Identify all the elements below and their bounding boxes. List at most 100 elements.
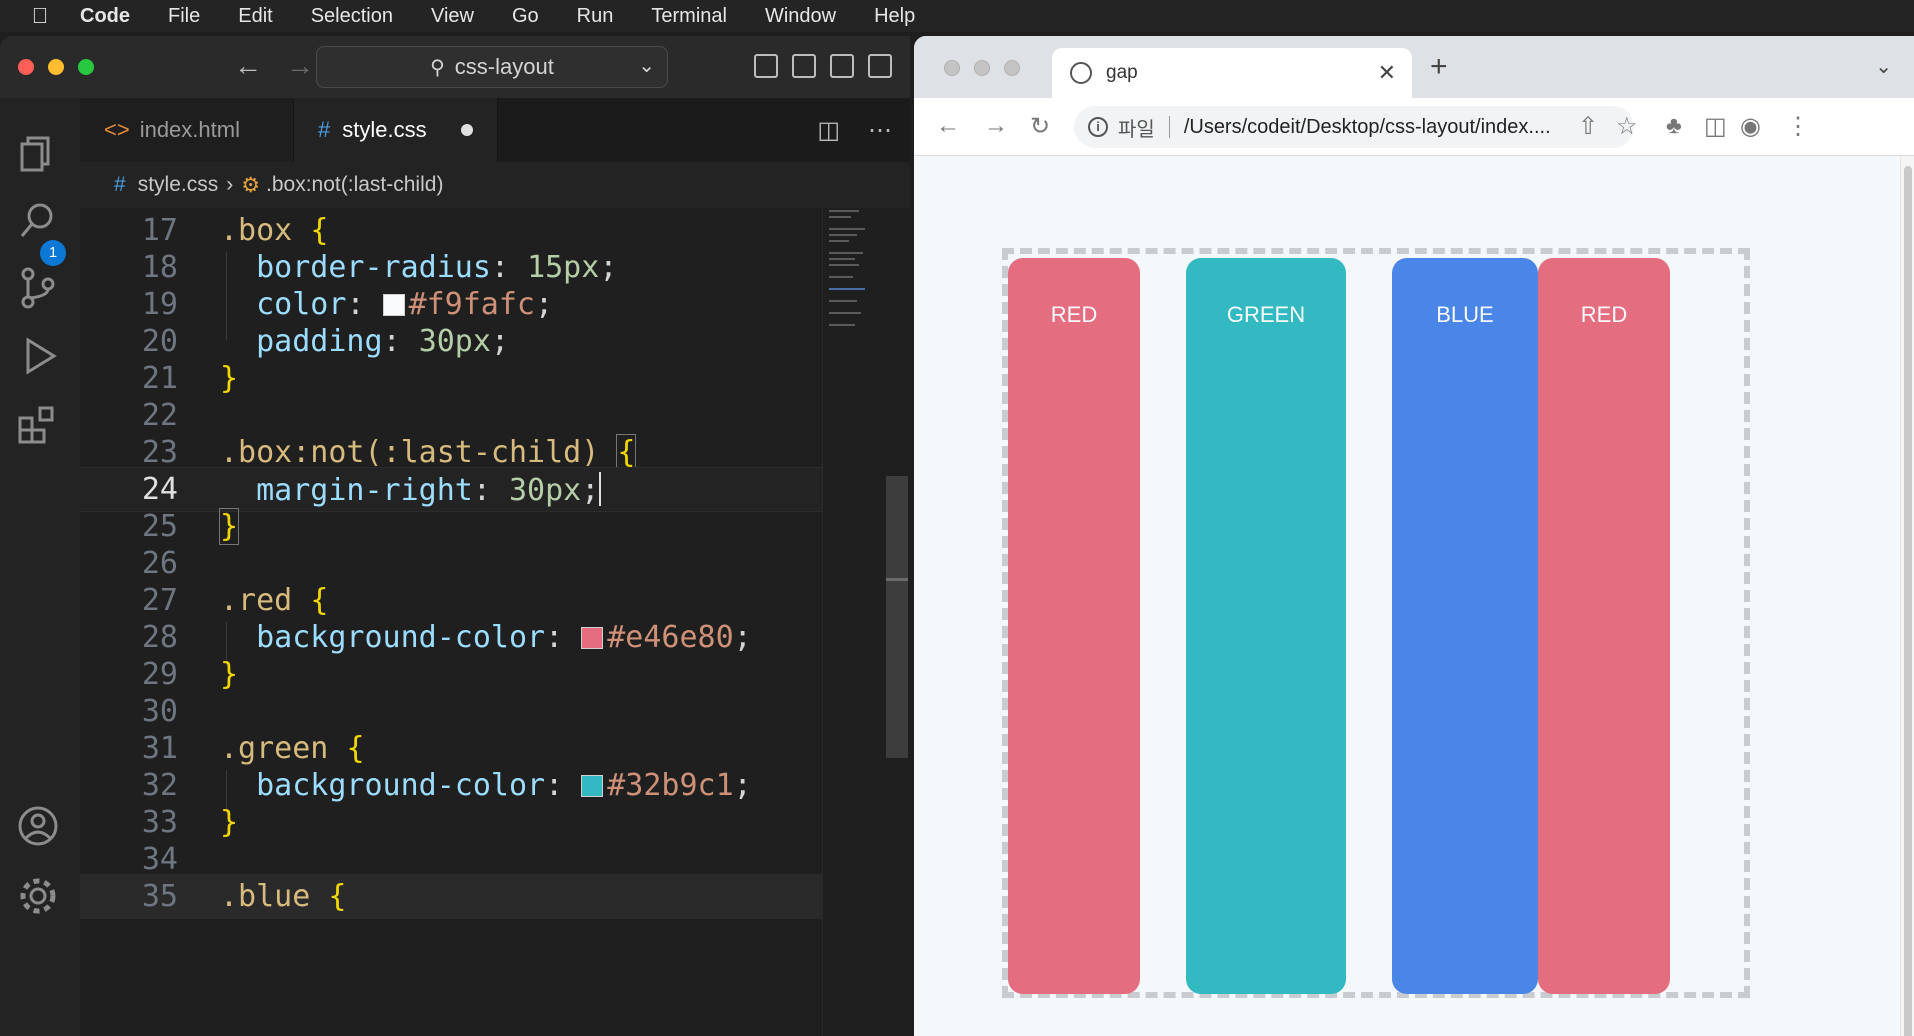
line-number: 30 [141, 694, 178, 729]
source-control-icon[interactable] [16, 266, 60, 310]
menu-go[interactable]: Go [512, 5, 539, 28]
line-number: 33 [141, 805, 178, 840]
tab-search-chevron-icon[interactable]: ⌄ [1875, 54, 1892, 79]
scrollbar-thumb[interactable] [1904, 166, 1912, 1036]
search-icon[interactable] [16, 198, 60, 242]
menu-window[interactable]: Window [765, 5, 836, 28]
line-number: 34 [141, 842, 178, 877]
browser-tab[interactable]: gap ✕ [1052, 48, 1412, 98]
tab-style-css[interactable]: # style.css [294, 98, 498, 162]
profile-avatar-icon[interactable]: ◉ [1740, 112, 1761, 141]
line-number: 35 [141, 879, 178, 914]
box-red: RED [1538, 258, 1670, 994]
code-editor[interactable]: 17 .box { 18 border-radius: 15px; 19 colo… [80, 208, 822, 1036]
code-text: margin-right: 30px; [256, 471, 602, 508]
editor-scrollbar[interactable] [886, 476, 908, 758]
explorer-badge: 1 [40, 240, 66, 266]
back-arrow-icon[interactable]: ← [234, 50, 262, 82]
minimize-window-button[interactable] [974, 60, 990, 76]
history-nav: ← → [234, 50, 314, 82]
browser-tabstrip: gap ✕ + ⌄ [914, 36, 1914, 98]
line-number: 21 [141, 361, 178, 396]
line-number: 32 [141, 768, 178, 803]
toggle-primary-sidebar-icon[interactable] [754, 54, 778, 78]
line-number: 31 [141, 731, 178, 766]
breadcrumb-file[interactable]: style.css [138, 173, 219, 197]
minimize-window-button[interactable] [48, 59, 64, 75]
code-text: } [220, 805, 239, 840]
toggle-panel-icon[interactable] [792, 54, 816, 78]
back-arrow-icon[interactable]: ← [936, 112, 960, 140]
new-tab-icon[interactable]: + [1430, 50, 1448, 84]
side-panel-icon[interactable]: ◫ [1704, 112, 1727, 141]
bookmark-star-icon[interactable]: ☆ [1616, 112, 1638, 141]
code-text: border-radius: 15px; [256, 250, 618, 285]
extensions-icon[interactable] [16, 402, 60, 446]
accounts-icon[interactable] [16, 804, 60, 848]
info-icon[interactable]: i [1088, 117, 1108, 137]
reload-icon[interactable]: ↻ [1030, 112, 1050, 141]
menu-app-name[interactable]: Code [80, 5, 130, 28]
tab-index-html[interactable]: <> index.html [80, 98, 294, 162]
menu-view[interactable]: View [431, 5, 474, 28]
menu-file[interactable]: File [168, 5, 200, 28]
customize-layout-icon[interactable] [868, 54, 892, 78]
forward-arrow-icon[interactable]: → [984, 112, 1008, 140]
line-number: 29 [141, 657, 178, 692]
editor-tabs: <> index.html # style.css ◫ ⋯ [80, 98, 910, 162]
menu-edit[interactable]: Edit [238, 5, 272, 28]
address-bar[interactable]: i 파일 /Users/codeit/Desktop/css-layout/in… [1074, 106, 1634, 148]
breadcrumb-symbol[interactable]: .box:not(:last-child) [266, 173, 443, 197]
macos-menubar:  Code File Edit Selection View Go Run T… [0, 0, 1914, 32]
text-cursor [599, 471, 602, 506]
box-label: GREEN [1226, 302, 1306, 327]
code-text: } [218, 508, 240, 545]
close-tab-icon[interactable]: ✕ [1378, 60, 1396, 86]
unsaved-dot-icon[interactable] [460, 124, 473, 136]
close-window-button[interactable] [944, 60, 960, 76]
minimap[interactable] [822, 208, 884, 1036]
browser-tab-title: gap [1106, 62, 1138, 83]
scrollbar-cursor-marker [886, 578, 908, 581]
code-text: background-color: #32b9c1; [256, 768, 752, 803]
settings-gear-icon[interactable] [16, 874, 60, 918]
toggle-secondary-sidebar-icon[interactable] [830, 54, 854, 78]
line-number: 25 [141, 509, 178, 544]
menu-run[interactable]: Run [577, 5, 614, 28]
extensions-puzzle-icon[interactable]: ♣ [1666, 112, 1682, 140]
menu-terminal[interactable]: Terminal [651, 5, 727, 28]
explorer-icon[interactable] [16, 132, 60, 176]
tab-label: style.css [342, 117, 427, 142]
color-swatch[interactable] [581, 775, 604, 797]
page-scrollbar[interactable] [1900, 156, 1914, 1036]
apple-icon[interactable]:  [0, 3, 80, 29]
breadcrumb: # style.css › ⚙ .box:not(:last-child) [80, 162, 910, 208]
color-swatch[interactable] [382, 294, 405, 316]
code-text: } [220, 657, 239, 692]
menu-selection[interactable]: Selection [311, 5, 393, 28]
run-debug-icon[interactable] [16, 334, 60, 378]
box-label: RED [1580, 302, 1628, 327]
color-swatch[interactable] [581, 627, 604, 649]
share-icon[interactable]: ⇧ [1578, 112, 1598, 141]
forward-arrow-icon[interactable]: → [286, 50, 314, 82]
close-window-button[interactable] [18, 59, 34, 75]
page-viewport: RED GREEN BLUE RED [914, 156, 1914, 1036]
split-editor-icon[interactable]: ◫ [817, 116, 840, 145]
maximize-window-button[interactable] [78, 59, 94, 75]
code-text: .blue { [220, 879, 347, 914]
code-line: 35 .blue { [80, 874, 822, 919]
more-menu-icon[interactable]: ⋮ [1786, 112, 1810, 141]
address-url: /Users/codeit/Desktop/css-layout/index..… [1183, 115, 1551, 138]
box-red: RED [1008, 258, 1140, 994]
layout-controls [754, 54, 892, 78]
code-text: .green { [220, 731, 365, 766]
activity-bar: 1 [0, 98, 80, 1036]
menu-help[interactable]: Help [874, 5, 915, 28]
maximize-window-button[interactable] [1004, 60, 1020, 76]
command-center[interactable]: ⚲ css-layout ⌄ [316, 46, 668, 88]
line-number: 24 [141, 472, 178, 507]
window-controls [18, 59, 94, 75]
tab-label: index.html [139, 117, 240, 142]
more-actions-icon[interactable]: ⋯ [868, 116, 892, 145]
